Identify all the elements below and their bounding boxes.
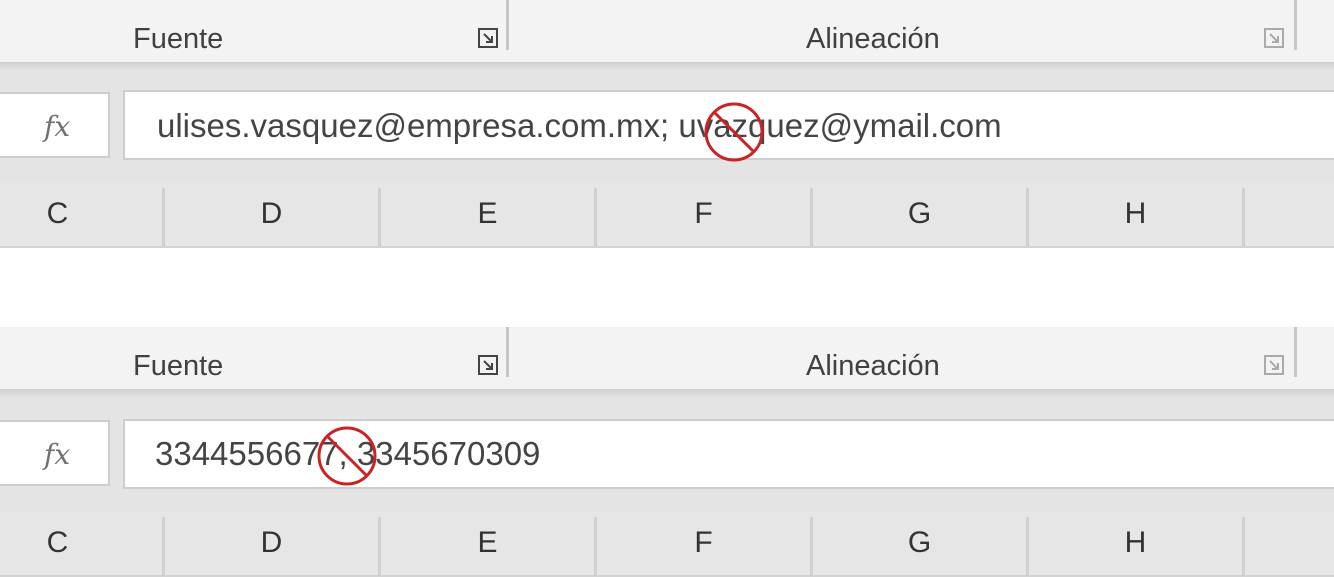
column-header-d[interactable]: D [165,511,378,575]
group-separator [506,0,509,50]
formula-bar: fx 3344556677, 3345670309 [0,397,1334,511]
alignment-dialog-launcher-icon[interactable] [1264,355,1284,375]
column-header-h[interactable]: H [1029,182,1242,246]
excel-crop-phone: Fuente Alineación fx 3344556677, 3345670… [0,327,1334,577]
column-header-h[interactable]: H [1029,511,1242,575]
group-separator [1294,327,1297,377]
font-dialog-launcher-icon[interactable] [478,28,498,48]
column-header-c[interactable]: C [0,511,115,575]
formula-input[interactable]: 3344556677, 3345670309 [123,419,1334,489]
prohibited-circle-icon [704,102,764,162]
ribbon-group-bar: Fuente Alineación [0,327,1334,389]
ribbon-shadow [0,389,1334,397]
column-header-e[interactable]: E [381,182,594,246]
column-header-row: C D E F G H [0,511,1334,577]
alignment-dialog-launcher-icon[interactable] [1264,28,1284,48]
column-separator[interactable] [1242,517,1245,575]
ribbon-group-bar: Fuente Alineación [0,0,1334,62]
formula-bar: fx ulises.vasquez@empresa.com.mx; uvazqu… [0,70,1334,182]
group-label-fuente: Fuente [133,23,224,55]
column-separator[interactable] [1242,188,1245,246]
excel-crop-email: Fuente Alineación fx ulises.vasquez@empr… [0,0,1334,248]
fx-icon: fx [44,110,71,143]
group-label-fuente: Fuente [133,350,224,382]
column-header-row: C D E F G H [0,182,1334,248]
column-header-f[interactable]: F [597,182,810,246]
prohibited-circle-icon [317,426,377,486]
group-separator [506,327,509,377]
column-header-g[interactable]: G [813,511,1026,575]
group-label-alineacion: Alineación [806,23,940,55]
group-label-alineacion: Alineación [806,350,940,382]
column-header-g[interactable]: G [813,182,1026,246]
column-header-d[interactable]: D [165,182,378,246]
column-header-e[interactable]: E [381,511,594,575]
column-header-f[interactable]: F [597,511,810,575]
ribbon-shadow [0,62,1334,70]
column-header-c[interactable]: C [0,182,115,246]
group-separator [1294,0,1297,50]
insert-function-button[interactable]: fx [0,92,110,158]
font-dialog-launcher-icon[interactable] [478,355,498,375]
formula-value: ulises.vasquez@empresa.com.mx; uvazquez@… [157,107,1002,144]
insert-function-button[interactable]: fx [0,420,110,486]
fx-icon: fx [44,438,71,471]
